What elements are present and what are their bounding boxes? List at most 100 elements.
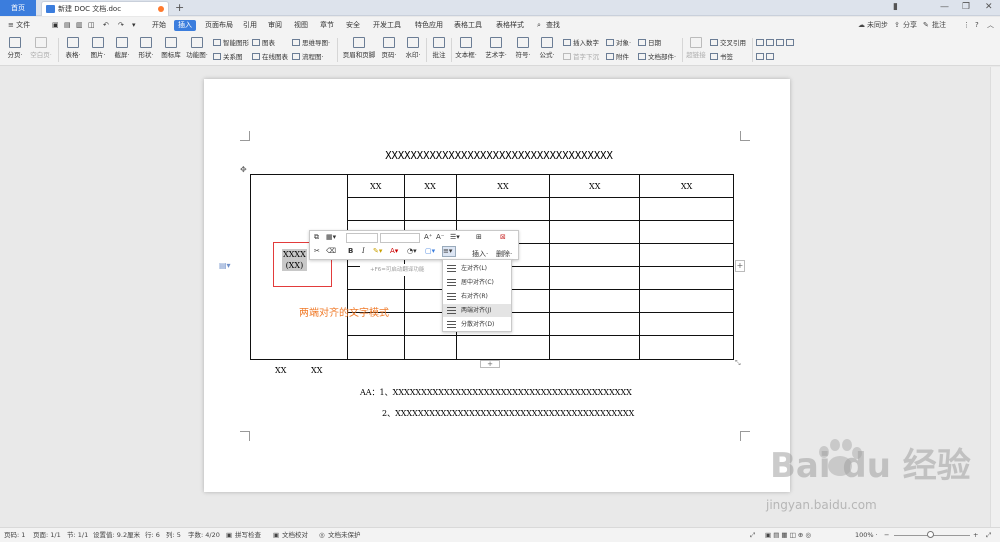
minimize-icon[interactable]: —	[940, 2, 949, 12]
table-header-cell[interactable]: XX	[549, 174, 641, 198]
font-color-icon[interactable]: A▾	[390, 247, 398, 255]
proofread-button[interactable]: 文档校对	[282, 531, 308, 540]
status-row[interactable]: 行: 6	[145, 531, 160, 540]
font-size-select[interactable]	[380, 233, 420, 243]
comment-button[interactable]: 批注	[932, 20, 946, 31]
insert-button[interactable]: 插入·	[472, 249, 488, 259]
table-cell[interactable]	[639, 335, 734, 360]
function-chart-button[interactable]: 功能图·	[184, 34, 210, 59]
format-painter-icon[interactable]: ▦▾	[326, 233, 336, 241]
relation-chart-button[interactable]: 关系图	[213, 52, 243, 62]
maximize-icon[interactable]: ❐	[962, 2, 970, 12]
more-icon[interactable]: ▾	[132, 20, 136, 31]
table-cell[interactable]	[549, 197, 641, 221]
doc-parts-button[interactable]: 文档部件·	[638, 52, 676, 62]
border-icon[interactable]: ▢▾	[425, 247, 435, 255]
below-table-text[interactable]: XX	[275, 366, 286, 375]
protect-status[interactable]: 文档未保护	[328, 531, 361, 540]
tab-home[interactable]: 首页	[0, 0, 36, 16]
increase-font-icon[interactable]: A⁺	[424, 233, 432, 241]
menu-table-style[interactable]: 表格样式	[496, 20, 524, 31]
table-cell[interactable]	[549, 243, 641, 267]
menu-view[interactable]: 视图	[294, 20, 308, 31]
sync-status[interactable]: 未同步	[867, 20, 888, 31]
shading-icon[interactable]: ◔▾	[407, 247, 417, 255]
hyperlink-button[interactable]: 超链接	[684, 34, 708, 59]
redo-icon[interactable]: ↷	[118, 20, 124, 31]
menu-search[interactable]: 查找	[546, 20, 560, 31]
table-cell[interactable]	[549, 335, 641, 360]
menu-table-tools[interactable]: 表格工具	[454, 20, 482, 31]
icon-library-button[interactable]: 图标库	[159, 34, 183, 59]
shape-button[interactable]: 形状·	[135, 34, 157, 59]
flow-chart-button[interactable]: 流程图·	[292, 52, 324, 62]
preview-icon[interactable]: ◫	[88, 20, 95, 31]
print-icon[interactable]: ▥	[76, 20, 83, 31]
menu-page-layout[interactable]: 页面布局	[205, 20, 233, 31]
table-cell[interactable]	[639, 289, 734, 313]
table-header-cell[interactable]: XX	[346, 174, 405, 198]
table-resize-icon[interactable]: ⤡	[735, 359, 741, 368]
symbol-button[interactable]: 符号·	[512, 34, 534, 59]
eraser-icon[interactable]: ⌫	[326, 247, 336, 255]
note-line-2[interactable]: 2、XXXXXXXXXXXXXXXXXXXXXXXXXXXXXXXXXXXXXX…	[382, 408, 634, 419]
zoom-level[interactable]: 100% ·	[855, 531, 878, 540]
table-cell[interactable]	[549, 312, 641, 336]
document-title[interactable]: XXXXXXXXXXXXXXXXXXXXXXXXXXXXXXXXXXXX	[354, 150, 644, 162]
menu-reference[interactable]: 引用	[243, 20, 257, 31]
more-options-icon[interactable]: ⋮	[963, 20, 970, 31]
status-page[interactable]: 页码: 1	[4, 531, 25, 540]
table-cell[interactable]	[403, 197, 457, 221]
table-header-cell[interactable]: XX	[403, 174, 457, 198]
smart-art-button[interactable]: 智能图形	[213, 38, 249, 48]
table-cell[interactable]	[455, 335, 551, 360]
fit-icon[interactable]: ⤢	[986, 531, 991, 540]
mind-map-button[interactable]: 思维导图·	[292, 38, 330, 48]
menu-special-apps[interactable]: 特色应用	[415, 20, 443, 31]
drop-cap-button[interactable]: 首字下沉	[563, 52, 599, 62]
table-cell[interactable]	[346, 197, 405, 221]
word-art-button[interactable]: 艺术字·	[483, 34, 509, 59]
insert-table-icon[interactable]: ⊞	[476, 233, 482, 241]
page-number-button[interactable]: 页码·	[378, 34, 400, 59]
table-header-cell[interactable]: XX	[455, 174, 551, 198]
menu-developer[interactable]: 开发工具	[373, 20, 401, 31]
close-icon[interactable]: ✕	[985, 2, 993, 12]
screenshot-button[interactable]: 截屏·	[111, 34, 133, 59]
view-mode-icon[interactable]	[756, 38, 796, 48]
fullscreen-icon[interactable]: ⤢	[750, 531, 755, 540]
page-break-button[interactable]: 分页·	[4, 34, 26, 59]
online-chart-button[interactable]: 在线图表	[252, 52, 288, 62]
below-table-text[interactable]: XX	[311, 366, 322, 375]
table-cell[interactable]	[639, 312, 734, 336]
paragraph-marker-icon[interactable]: ▤▾	[219, 261, 231, 270]
text-box-button[interactable]: 文本框·	[454, 34, 478, 59]
align-icon[interactable]: ≡▾	[442, 246, 456, 257]
align-left-option[interactable]: 左对齐(L)	[443, 262, 511, 275]
table-cell[interactable]	[346, 335, 405, 360]
menu-chapter[interactable]: 章节	[320, 20, 334, 31]
chart-button[interactable]: 图表	[252, 38, 275, 48]
blank-page-button[interactable]: 空白页·	[28, 34, 54, 59]
align-distributed-option[interactable]: 分散对齐(D)	[443, 318, 511, 331]
insert-number-button[interactable]: 插入数字	[563, 38, 599, 48]
font-name-select[interactable]	[346, 233, 378, 243]
menu-security[interactable]: 安全	[346, 20, 360, 31]
italic-button[interactable]: I	[362, 247, 365, 255]
cross-reference-button[interactable]: 交叉引用	[710, 38, 746, 48]
vertical-scrollbar[interactable]	[990, 67, 1000, 527]
spell-check-button[interactable]: 拼写检查	[235, 531, 261, 540]
status-setting[interactable]: 设置值: 9.2厘米	[93, 531, 140, 540]
menu-review[interactable]: 审阅	[268, 20, 282, 31]
object-button[interactable]: 对象·	[606, 38, 631, 48]
attachment-button[interactable]: 附件	[606, 52, 629, 62]
help-icon[interactable]: ?	[975, 20, 979, 31]
table-cell[interactable]	[639, 220, 734, 244]
picture-button[interactable]: 图片·	[87, 34, 109, 59]
note-line-1[interactable]: AA：1、XXXXXXXXXXXXXXXXXXXXXXXXXXXXXXXXXXX…	[360, 387, 632, 398]
delete-table-icon[interactable]: ⊠	[500, 233, 506, 241]
table-cell[interactable]	[549, 266, 641, 290]
align-center-option[interactable]: 居中对齐(C)	[443, 276, 511, 289]
watermark-button[interactable]: 水印·	[402, 34, 424, 59]
tab-document[interactable]: 新建 DOC 文档.doc	[41, 1, 169, 16]
